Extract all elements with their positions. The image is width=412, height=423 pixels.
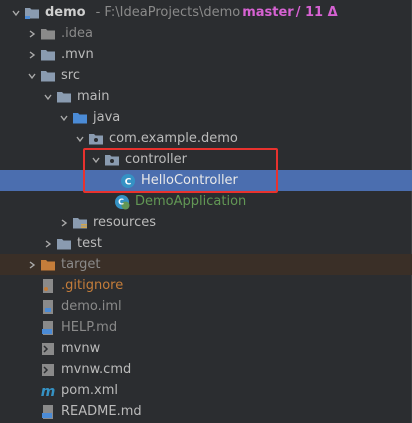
- tree-item-label: src: [61, 68, 80, 83]
- tree-item-target[interactable]: target: [0, 254, 412, 275]
- package-icon: [104, 152, 120, 168]
- chevron-down-icon[interactable]: [88, 149, 104, 170]
- tree-item-label: test: [77, 236, 102, 251]
- tree-item-test[interactable]: test: [0, 233, 412, 254]
- gitignore-file-icon: [40, 278, 56, 294]
- tree-item-label: demo.iml: [61, 299, 122, 314]
- tree-item-label: HelloController: [141, 173, 238, 188]
- tree-item-label: .gitignore: [61, 278, 124, 293]
- script-file-icon: [40, 341, 56, 357]
- chevron-right-icon[interactable]: [24, 44, 40, 65]
- tree-item-mvnw[interactable]: mvnw: [0, 338, 412, 359]
- folder-icon: [24, 5, 40, 21]
- tree-item-label: pom.xml: [61, 383, 118, 398]
- java-class-icon: C: [120, 173, 136, 189]
- tree-item-label: mvnw.cmd: [61, 362, 132, 377]
- chevron-right-icon[interactable]: [24, 23, 40, 44]
- chevron-right-icon[interactable]: [56, 212, 72, 233]
- tree-item-main[interactable]: main: [0, 86, 412, 107]
- tree-item-gitignore[interactable]: .gitignore: [0, 275, 412, 296]
- folder-icon: [40, 26, 56, 42]
- tree-item-label: com.example.demo: [109, 131, 238, 146]
- tree-item-src[interactable]: src: [0, 65, 412, 86]
- resources-folder-icon: [72, 215, 88, 231]
- chevron-down-icon[interactable]: [72, 128, 88, 149]
- tree-item-resources[interactable]: resources: [0, 212, 412, 233]
- chevron-down-icon[interactable]: [8, 2, 24, 23]
- tree-item-hellocontroller[interactable]: C HelloController: [0, 170, 412, 191]
- project-tree: demo - F:\IdeaProjects\demo master / 11 …: [0, 0, 412, 423]
- chevron-right-icon[interactable]: [40, 233, 56, 254]
- tree-item-label: DemoApplication: [135, 194, 247, 209]
- folder-icon: [56, 236, 72, 252]
- tree-item-demo-iml[interactable]: demo.iml: [0, 296, 412, 317]
- tree-item-label: mvnw: [61, 341, 101, 356]
- tree-item-label: java: [93, 110, 121, 125]
- iml-file-icon: [40, 299, 56, 315]
- svg-text:m: m: [41, 384, 56, 399]
- tree-item-java[interactable]: java: [0, 107, 412, 128]
- tree-item-label: controller: [125, 152, 188, 167]
- tree-item-mvnw-cmd[interactable]: mvnw.cmd: [0, 359, 412, 380]
- source-folder-icon: [72, 110, 88, 126]
- markdown-file-icon: [40, 320, 56, 336]
- tree-item-label: HELP.md: [61, 320, 118, 335]
- tree-item-label: .idea: [61, 26, 93, 41]
- tree-item-package[interactable]: com.example.demo: [0, 128, 412, 149]
- markdown-file-icon: [40, 404, 56, 420]
- tree-item-help-md[interactable]: HELP.md: [0, 317, 412, 338]
- tree-item-label: .mvn: [61, 47, 94, 62]
- svg-text:C: C: [125, 177, 132, 187]
- tree-item-label: README.md: [61, 404, 142, 419]
- chevron-right-icon[interactable]: [24, 254, 40, 275]
- chevron-down-icon[interactable]: [40, 86, 56, 107]
- package-icon: [88, 131, 104, 147]
- svg-text:C: C: [118, 197, 124, 206]
- tree-item-label: main: [77, 89, 110, 104]
- maven-icon: m: [40, 383, 56, 399]
- spring-boot-icon: C: [114, 194, 130, 210]
- folder-icon: [56, 89, 72, 105]
- root-name: demo: [45, 5, 86, 20]
- chevron-down-icon[interactable]: [24, 65, 40, 86]
- script-file-icon: [40, 362, 56, 378]
- tree-item-pom-xml[interactable]: m pom.xml: [0, 380, 412, 401]
- root-path: - F:\IdeaProjects\demo: [95, 5, 241, 20]
- tree-item-label: resources: [93, 215, 157, 230]
- git-changes: / 11 Δ: [295, 5, 338, 20]
- tree-item-idea[interactable]: .idea: [0, 23, 412, 44]
- tree-item-demoapplication[interactable]: C DemoApplication: [0, 191, 412, 212]
- folder-icon: [40, 47, 56, 63]
- tree-item-demo[interactable]: demo - F:\IdeaProjects\demo master / 11 …: [0, 2, 412, 23]
- folder-icon: [40, 68, 56, 84]
- excluded-folder-icon: [40, 257, 56, 273]
- chevron-down-icon[interactable]: [56, 107, 72, 128]
- tree-item-mvn[interactable]: .mvn: [0, 44, 412, 65]
- tree-item-controller[interactable]: controller: [0, 149, 412, 170]
- tree-item-label: target: [61, 257, 101, 272]
- tree-item-readme-md[interactable]: README.md: [0, 401, 412, 422]
- git-branch: master: [242, 5, 294, 20]
